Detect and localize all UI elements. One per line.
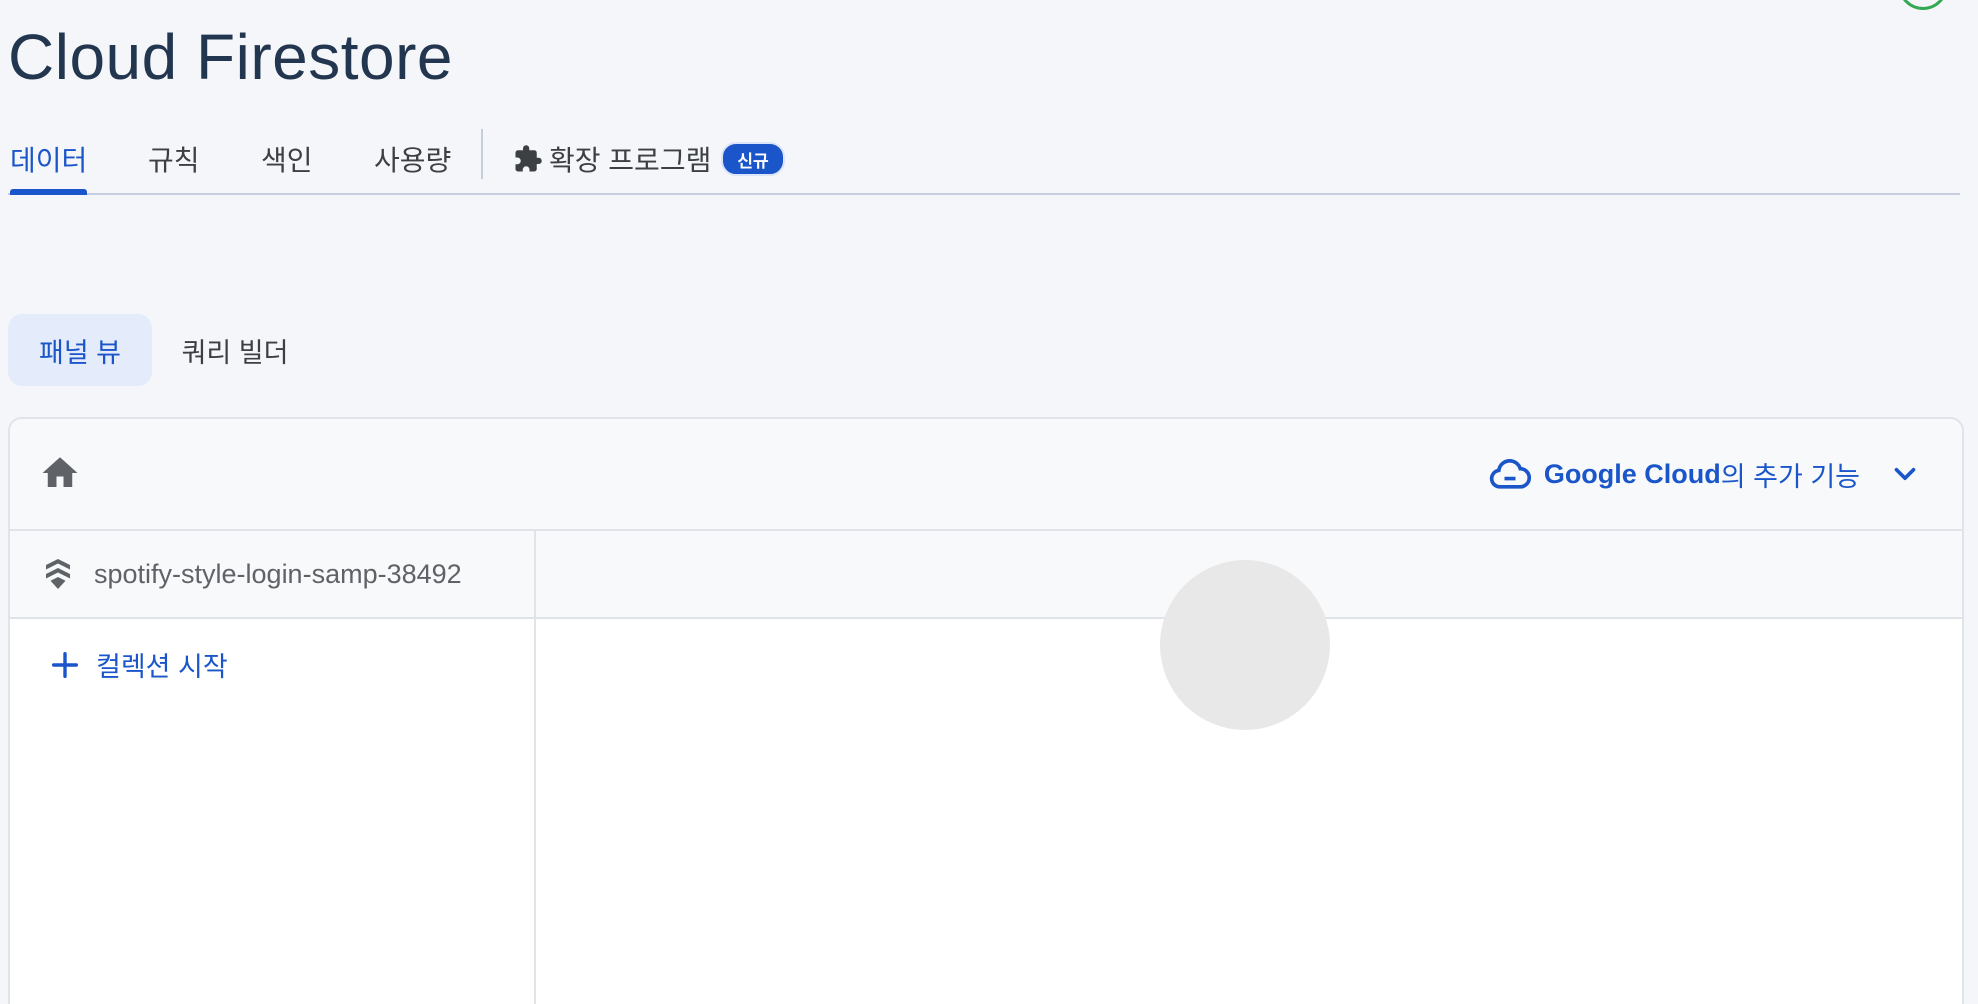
- tab-data[interactable]: 데이터: [10, 125, 88, 195]
- page-title: Cloud Firestore: [8, 21, 453, 93]
- tab-divider: [481, 129, 483, 179]
- cloud-icon: [1488, 452, 1532, 496]
- tab-indexes-label: 색인: [261, 145, 313, 176]
- google-cloud-more-features-button[interactable]: Google Cloud 의 추가 기능: [1488, 445, 1922, 503]
- home-icon: [39, 452, 81, 499]
- firestore-database-icon: [40, 556, 76, 592]
- google-cloud-suffix: 의 추가 기능: [1720, 461, 1860, 492]
- panel-view-label: 패널 뷰: [38, 337, 122, 368]
- tab-rules[interactable]: 규칙: [148, 125, 200, 193]
- start-collection-label: 컬렉션 시작: [96, 652, 228, 682]
- tab-data-label: 데이터: [10, 145, 88, 176]
- tab-extensions-label: 확장 프로그램: [549, 145, 712, 176]
- tab-extensions[interactable]: 확장 프로그램 신규: [513, 125, 785, 193]
- panel-view-button[interactable]: 패널 뷰: [8, 314, 152, 386]
- empty-state-illustration: [1160, 560, 1330, 730]
- panel-toolbar: Google Cloud 의 추가 기능: [10, 419, 1962, 531]
- query-builder-label: 쿼리 빌더: [181, 337, 289, 368]
- account-avatar[interactable]: [1898, 0, 1948, 10]
- tab-indexes[interactable]: 색인: [261, 125, 313, 193]
- data-panel: Google Cloud 의 추가 기능 spotify-style-login…: [8, 417, 1964, 1004]
- new-badge: 신규: [721, 142, 785, 176]
- puzzle-icon: [513, 144, 543, 174]
- plus-icon: [48, 648, 82, 682]
- start-collection-button[interactable]: 컬렉션 시작: [48, 645, 228, 684]
- firestore-console-page: Cloud Firestore 데이터 규칙 색인 사용량 확장 프로그램 신규…: [0, 0, 1978, 1004]
- google-cloud-label: Google Cloud: [1543, 458, 1721, 489]
- tab-rules-label: 규칙: [148, 145, 200, 176]
- database-header[interactable]: spotify-style-login-samp-38492: [10, 531, 534, 619]
- home-button[interactable]: [38, 453, 82, 497]
- main-tab-bar: 데이터 규칙 색인 사용량 확장 프로그램 신규: [8, 125, 1960, 195]
- collections-column: spotify-style-login-samp-38492 컬렉션 시작: [10, 531, 536, 1004]
- query-builder-button[interactable]: 쿼리 빌더: [162, 314, 308, 386]
- chevron-down-icon: [1888, 457, 1922, 491]
- tab-usage-label: 사용량: [374, 145, 452, 176]
- tab-usage[interactable]: 사용량: [374, 125, 451, 193]
- database-name: spotify-style-login-samp-38492: [94, 558, 462, 589]
